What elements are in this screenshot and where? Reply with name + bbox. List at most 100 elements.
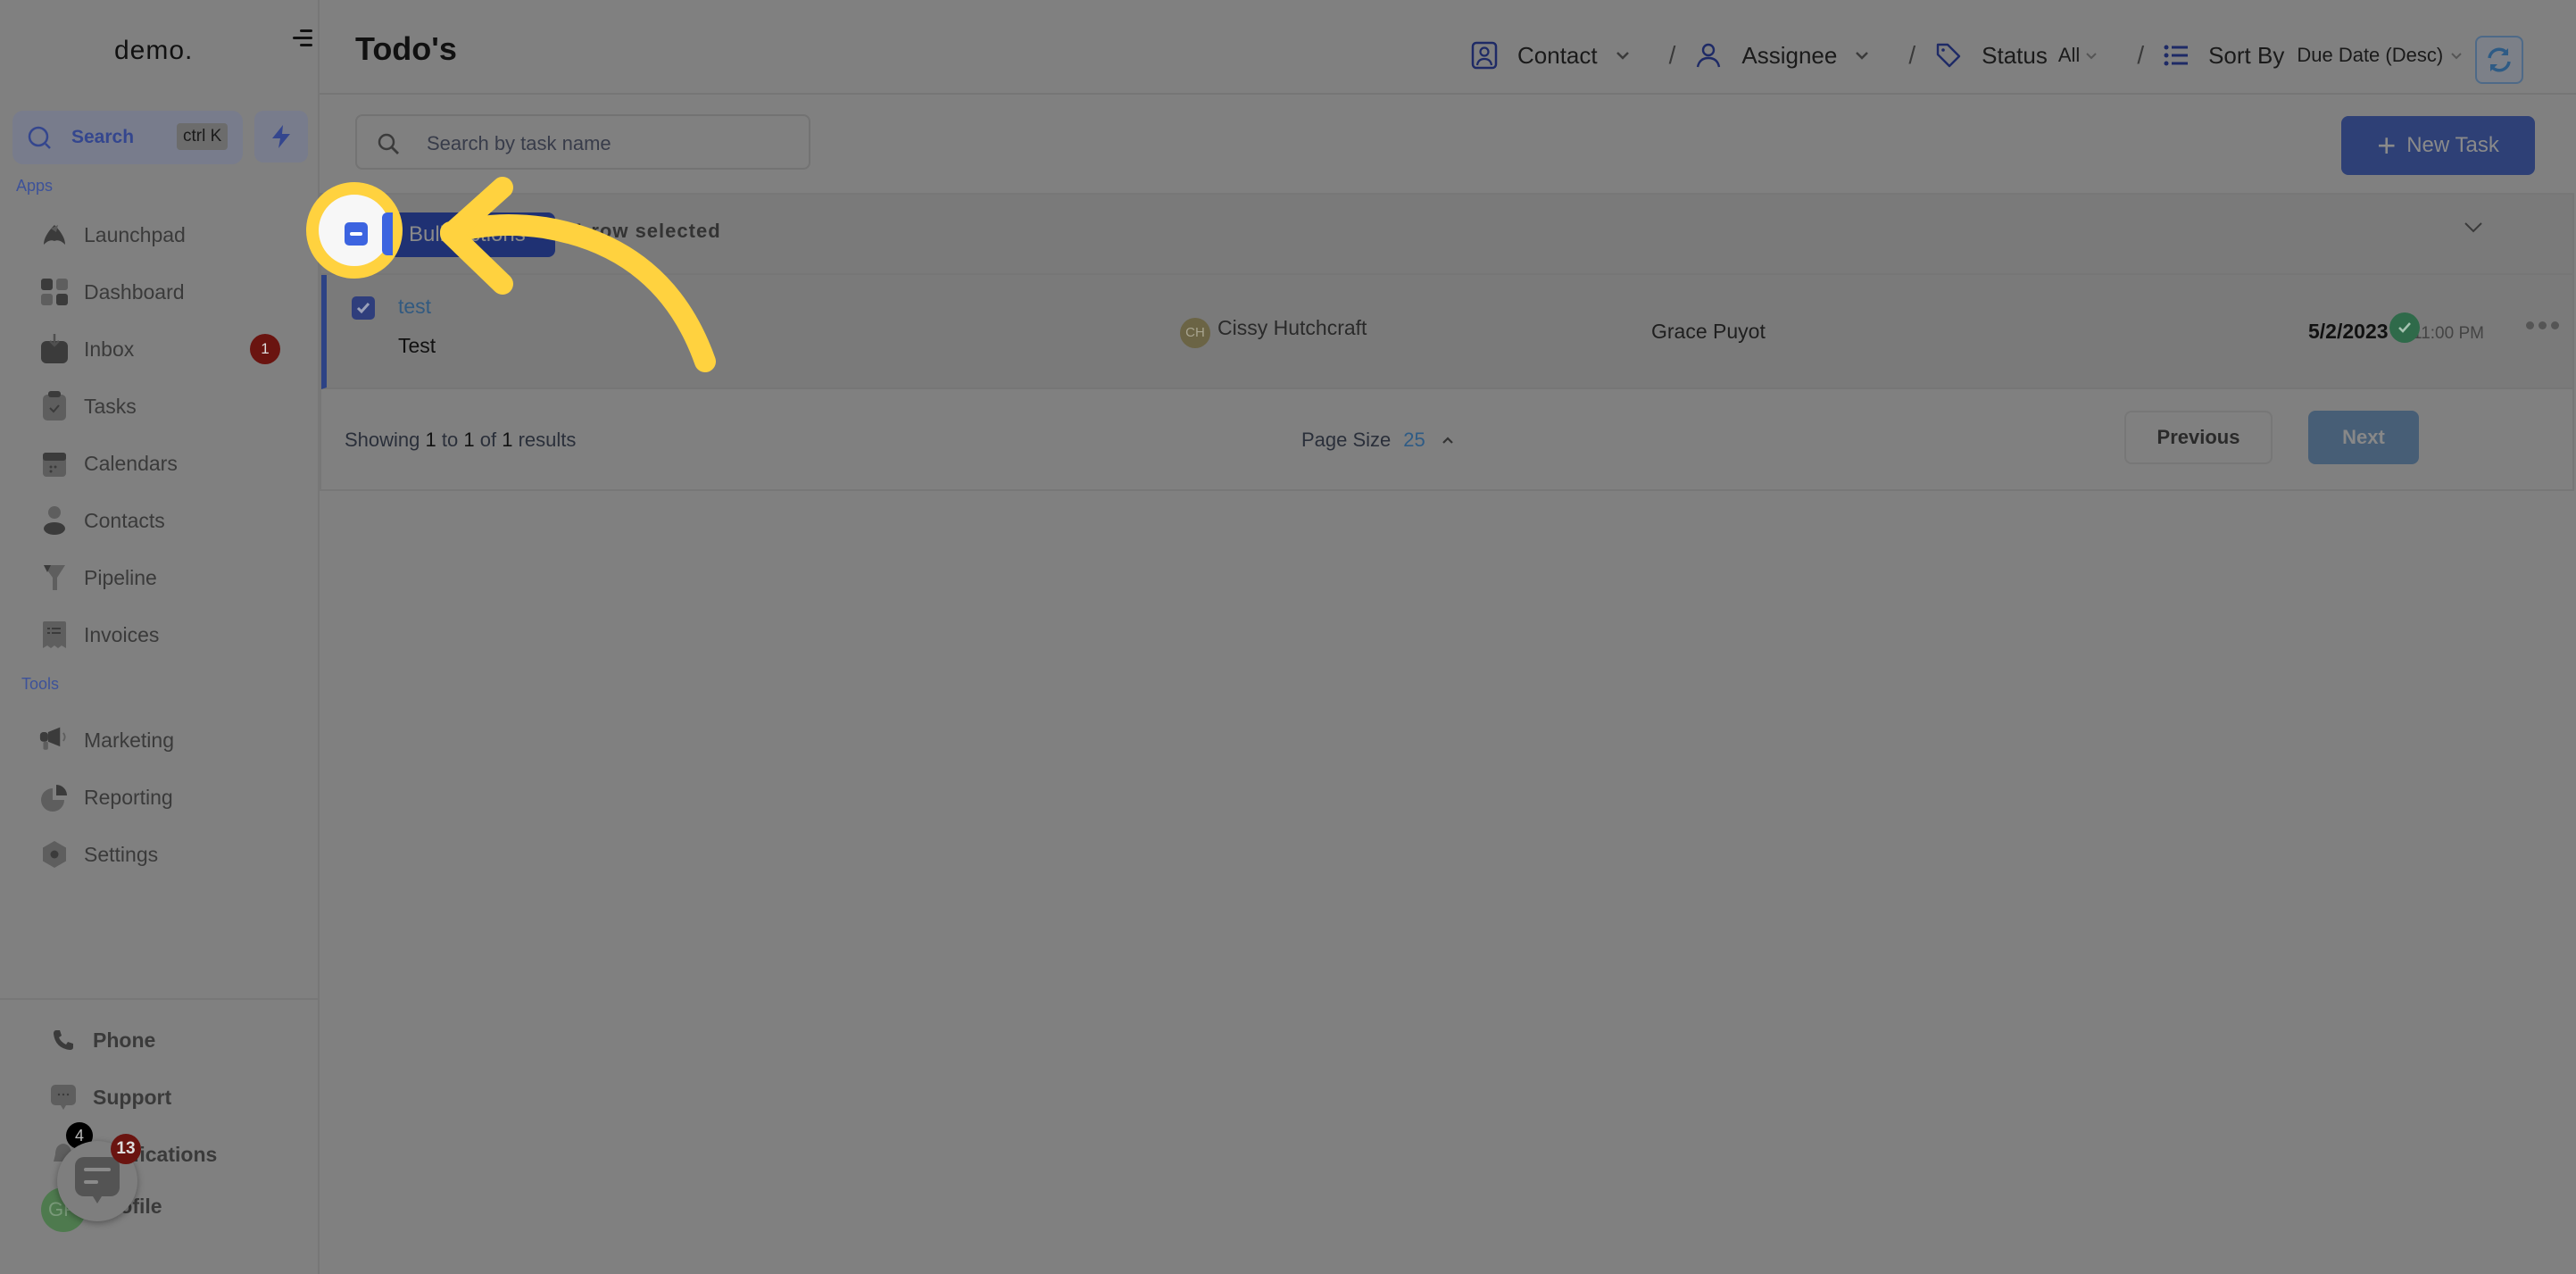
separator: / <box>1668 41 1676 69</box>
task-contact[interactable]: Cissy Hutchcraft <box>1217 316 1367 340</box>
indeterminate-icon <box>350 232 362 236</box>
sidebar-item-label: Support <box>93 1085 172 1109</box>
sidebar-item-label: Contacts <box>84 508 165 532</box>
megaphone-icon <box>39 725 70 755</box>
refresh-button[interactable] <box>2475 36 2523 84</box>
new-task-button[interactable]: + New Task <box>2341 116 2535 175</box>
task-description: Test <box>398 334 436 357</box>
more-dot-icon <box>2551 321 2559 329</box>
results-to: 1 <box>463 429 475 451</box>
phone-icon <box>48 1025 79 1055</box>
selection-count: 1 row selected <box>573 220 721 242</box>
results-word: results <box>518 429 577 451</box>
inbox-icon <box>39 334 70 364</box>
plus-icon: + <box>2377 127 2397 163</box>
tasks-table: Bulk Actions 1 row selected test Test CH… <box>320 193 2574 491</box>
page-size-selector[interactable]: Page Size 25 <box>1301 429 1454 452</box>
chevron-down-icon <box>2086 52 2098 59</box>
sidebar-item-label: Phone <box>93 1028 156 1052</box>
sidebar-item-label: Launchpad <box>84 222 186 246</box>
results-summary: Showing 1 to 1 of 1 results <box>345 429 576 452</box>
filter-bar: Contact / Assignee / Status All / Sort B… <box>1471 32 2482 79</box>
assignee-filter-label: Assignee <box>1741 41 1838 69</box>
sidebar-item-label: Settings <box>84 842 159 866</box>
check-icon <box>356 303 370 314</box>
lightning-icon <box>272 125 290 148</box>
calendar-icon <box>39 448 70 479</box>
sidebar-item-dashboard[interactable]: Dashboard <box>39 270 289 314</box>
sidebar-item-invoices[interactable]: Invoices <box>39 612 289 657</box>
sidebar-item-phone[interactable]: Phone <box>48 1018 298 1062</box>
sidebar-item-reporting[interactable]: Reporting <box>39 775 289 820</box>
chevron-down-icon <box>1856 52 1869 60</box>
results-total: 1 <box>502 429 513 451</box>
sidebar-item-launchpad[interactable]: Launchpad <box>39 212 289 257</box>
assignee-filter[interactable]: Assignee <box>1695 42 1889 70</box>
sort-by-label: Sort By <box>2208 41 2285 69</box>
task-title-link[interactable]: test <box>398 295 431 319</box>
pie-chart-icon <box>39 782 70 812</box>
sidebar-item-label: Invoices <box>84 622 160 646</box>
status-filter-value: All <box>2057 44 2081 66</box>
of-word: of <box>479 429 497 451</box>
sort-by-filter[interactable]: Sort By Due Date (Desc) <box>2164 42 2482 70</box>
sidebar-item-tasks[interactable]: Tasks <box>39 384 289 429</box>
status-filter-label: Status <box>1982 41 2048 69</box>
sidebar-item-label: Pipeline <box>84 565 157 589</box>
contact-avatar: CH <box>1180 318 1210 348</box>
due-date: 5/2/2023 <box>2308 320 2389 343</box>
collapse-sidebar-button[interactable] <box>291 27 312 48</box>
previous-page-button[interactable]: Previous <box>2124 411 2273 464</box>
search-label: Search <box>71 127 135 147</box>
sidebar-item-calendars[interactable]: Calendars <box>39 441 289 486</box>
contact-filter-label: Contact <box>1517 41 1598 69</box>
bulk-actions-button[interactable]: Bulk Actions <box>389 212 555 257</box>
page-title: Todo's <box>355 30 457 67</box>
sidebar-item-contacts[interactable]: Contacts <box>39 498 289 543</box>
separator: / <box>1908 41 1916 69</box>
clipboard-check-icon <box>39 391 70 421</box>
table-row[interactable]: test Test CH Cissy Hutchcraft Grace Puyo… <box>321 275 2572 389</box>
separator: / <box>2137 41 2145 69</box>
sidebar-item-label: Marketing <box>84 728 174 752</box>
chevron-down-icon[interactable] <box>2464 221 2483 234</box>
contact-card-icon <box>1471 41 1498 70</box>
showing-prefix: Showing <box>345 429 420 451</box>
chat-widget-badge: 13 <box>111 1134 141 1164</box>
task-search-field[interactable] <box>355 114 810 170</box>
chat-icon <box>75 1157 120 1203</box>
section-apps: Apps <box>16 177 54 195</box>
row-checkbox[interactable] <box>352 296 375 320</box>
table-pagination: Showing 1 to 1 of 1 results Page Size 25… <box>321 389 2572 489</box>
sidebar-item-inbox[interactable]: Inbox 1 <box>39 327 289 371</box>
sidebar-item-pipeline[interactable]: Pipeline <box>39 555 289 600</box>
chat-bubble-icon <box>48 1082 79 1112</box>
row-more-menu[interactable] <box>2526 321 2559 329</box>
to-word: to <box>441 429 459 451</box>
contact-filter[interactable]: Contact <box>1471 41 1649 70</box>
page-size-value[interactable]: 25 <box>1403 429 1425 452</box>
task-search-input[interactable] <box>425 127 785 161</box>
quick-actions-button[interactable] <box>254 111 308 162</box>
receipt-icon <box>39 620 70 650</box>
rocket-icon <box>39 220 70 250</box>
logo: demo. <box>114 36 194 65</box>
bulk-action-bar: Bulk Actions 1 row selected <box>321 195 2572 275</box>
more-dot-icon <box>2539 321 2547 329</box>
sort-by-value: Due Date (Desc) <box>2297 44 2444 66</box>
search-icon <box>378 133 399 154</box>
pointer-arrow-icon <box>440 177 716 372</box>
mark-complete-button[interactable] <box>2389 312 2420 343</box>
select-all-checkbox[interactable] <box>345 222 368 246</box>
status-filter[interactable]: Status All <box>1935 42 2117 70</box>
bulk-button-edge <box>382 212 393 255</box>
next-page-button[interactable]: Next <box>2308 411 2419 464</box>
inbox-badge: 1 <box>250 334 280 364</box>
hexagon-gear-icon <box>39 839 70 870</box>
sidebar-item-settings[interactable]: Settings <box>39 832 289 877</box>
global-search-button[interactable]: Search ctrl K <box>12 111 243 164</box>
chevron-up-icon[interactable] <box>1442 436 1454 445</box>
sidebar-item-support[interactable]: Support <box>48 1075 298 1120</box>
sidebar-item-marketing[interactable]: Marketing <box>39 718 289 762</box>
more-dot-icon <box>2526 321 2534 329</box>
